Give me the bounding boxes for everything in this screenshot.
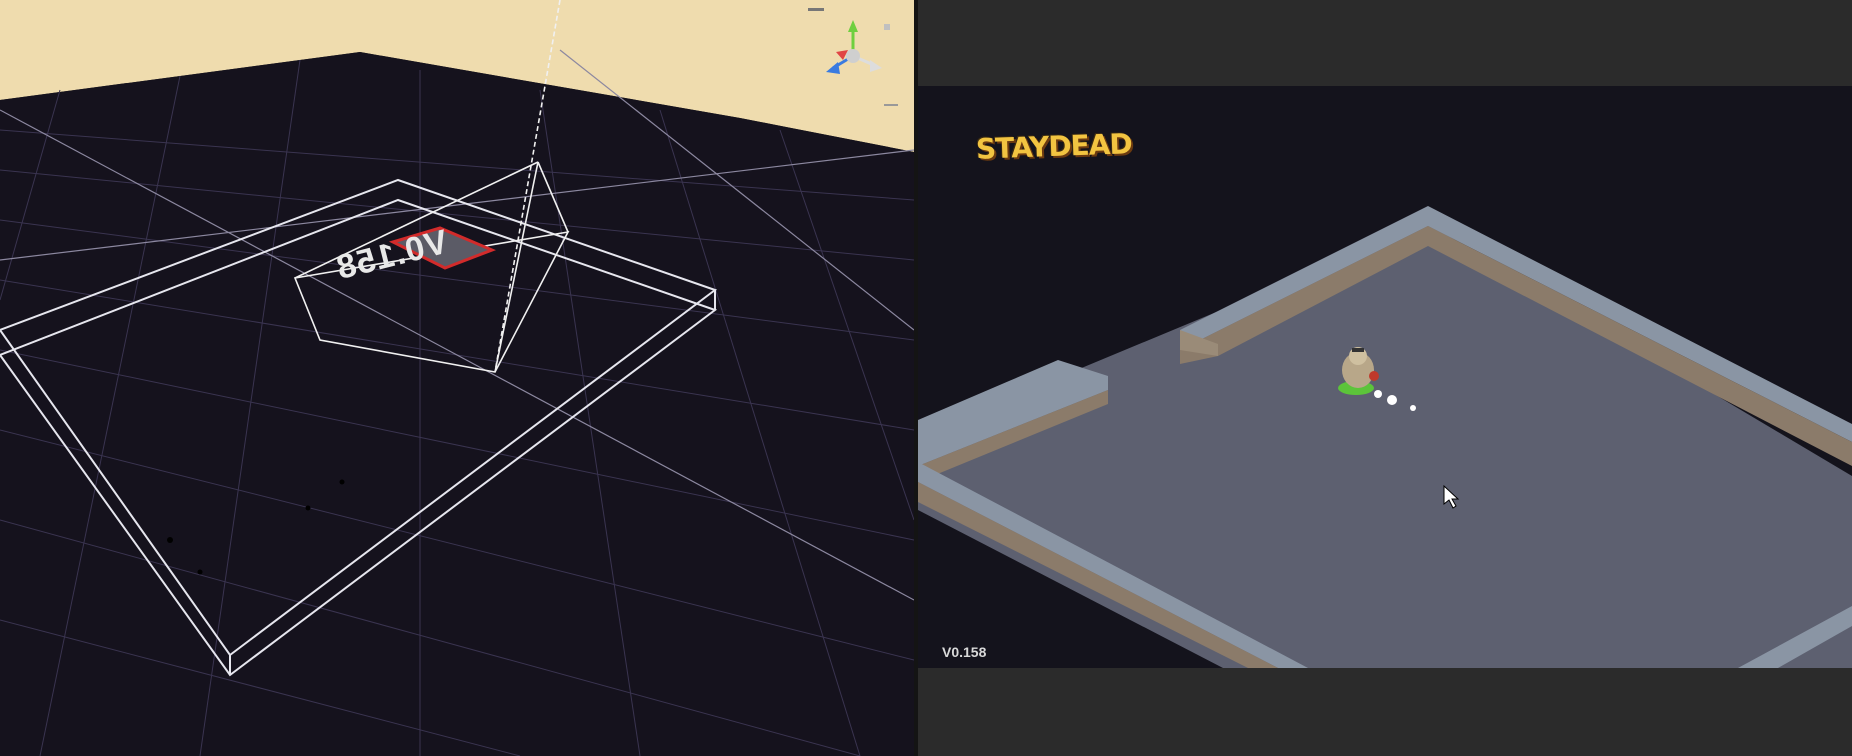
game-canvas[interactable] <box>918 86 1852 668</box>
game-letterbox-top <box>918 0 1852 86</box>
gizmo-lock-icon <box>884 24 890 30</box>
gizmo-z-axis-icon <box>826 62 840 74</box>
scene-grid-canvas[interactable] <box>0 0 914 756</box>
gizmo-y-axis-icon <box>848 20 858 32</box>
game-view[interactable]: STAYDEAD V0.158 <box>918 86 1852 668</box>
orientation-gizmo[interactable] <box>808 8 898 118</box>
gizmo-menu-icon <box>808 8 824 11</box>
game-letterbox-bottom <box>918 668 1852 756</box>
scene-view[interactable]: V0.158 <box>0 0 914 756</box>
game-logo: STAYDEAD <box>975 127 1133 166</box>
game-panel: STAYDEAD V0.158 <box>918 0 1852 756</box>
scene-floor <box>0 52 914 756</box>
game-version-label: V0.158 <box>942 644 987 660</box>
